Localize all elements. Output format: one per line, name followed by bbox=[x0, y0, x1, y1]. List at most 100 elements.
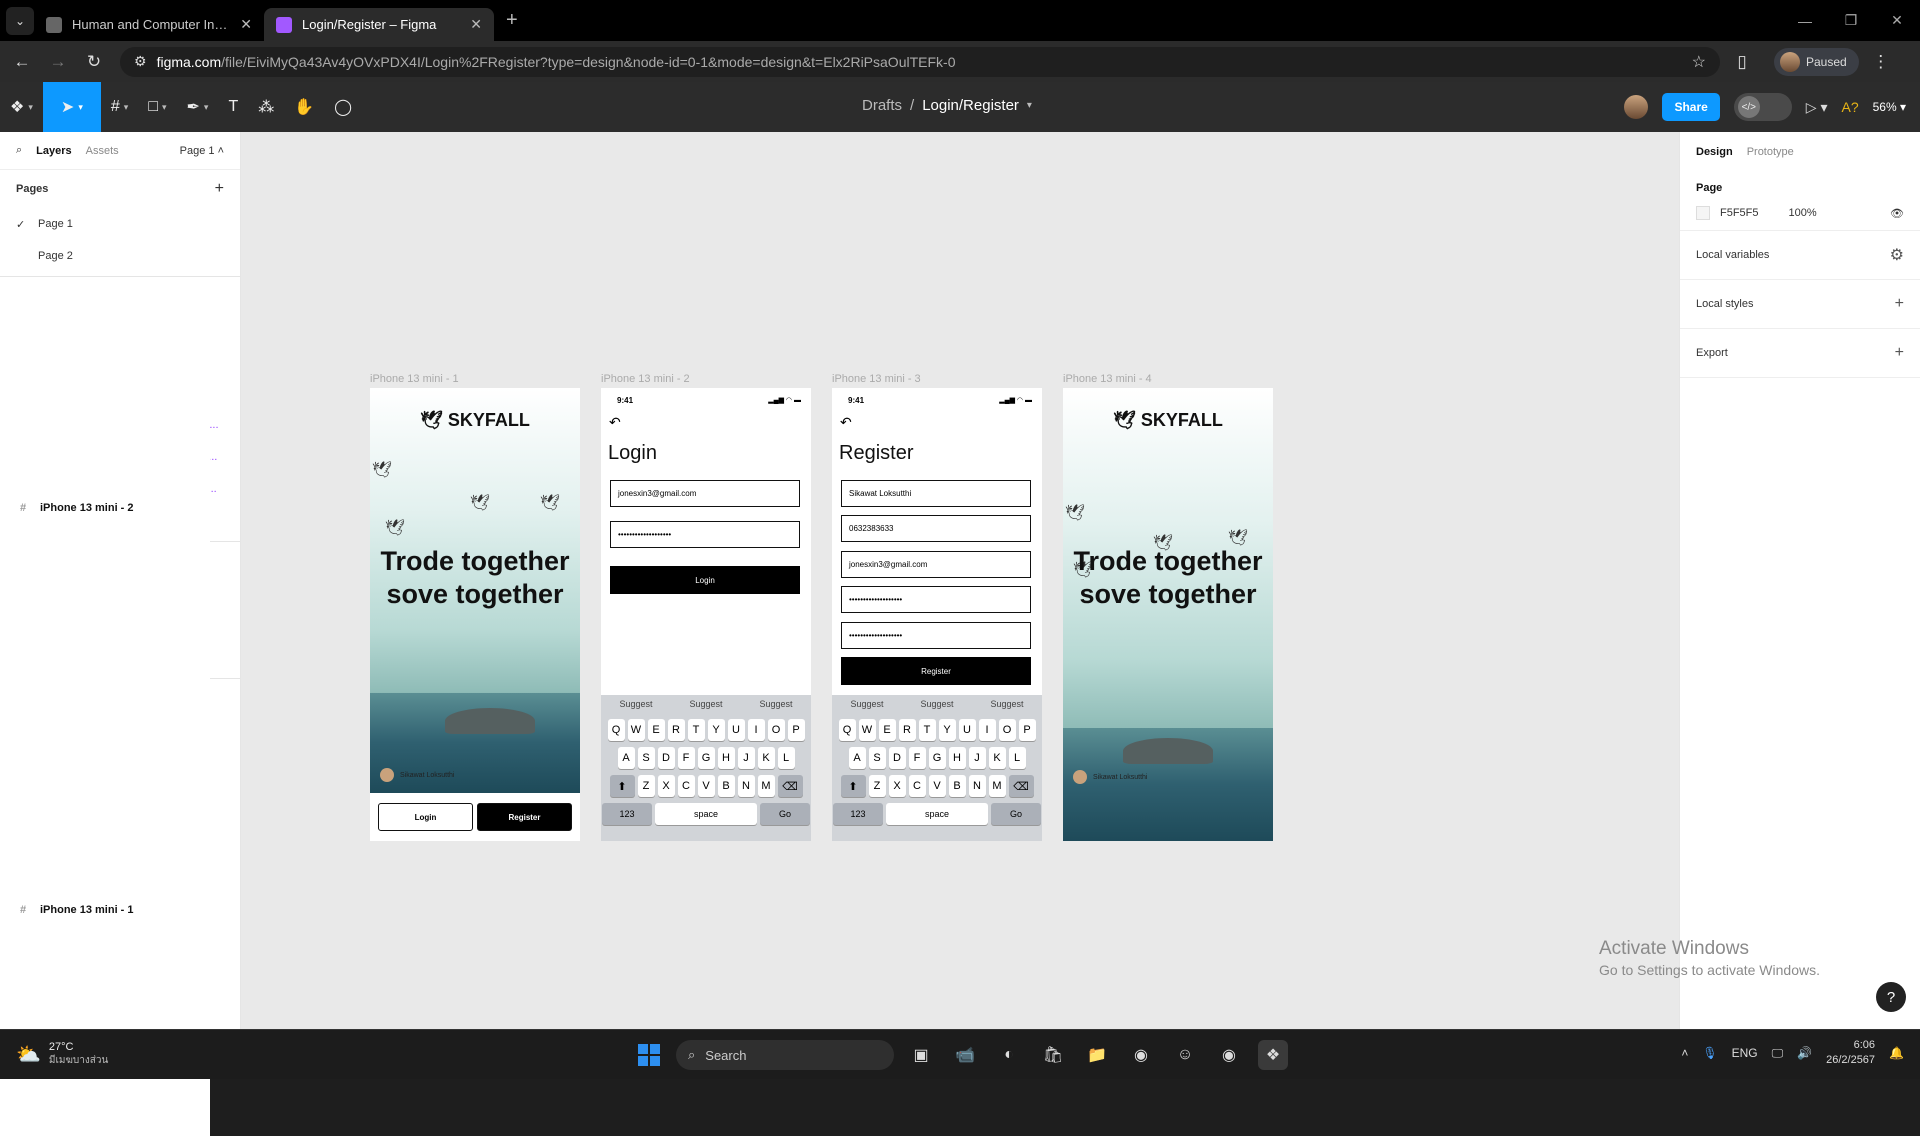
keyboard-key[interactable]: B bbox=[717, 775, 735, 797]
tab-prototype[interactable]: Prototype bbox=[1747, 146, 1794, 158]
close-tab-icon[interactable]: ✕ bbox=[470, 16, 482, 33]
profile-button[interactable]: Paused bbox=[1774, 47, 1859, 76]
share-button[interactable]: Share bbox=[1662, 93, 1720, 121]
page-color-value[interactable]: F5F5F5 bbox=[1720, 207, 1759, 219]
keyboard-key[interactable]: T bbox=[687, 719, 705, 741]
keyboard-key[interactable]: P bbox=[787, 719, 805, 741]
space-key[interactable]: space bbox=[655, 803, 757, 825]
add-page-button[interactable]: + bbox=[215, 180, 224, 198]
menu-dots-icon[interactable]: ⋮ bbox=[1867, 52, 1895, 72]
tab-layers[interactable]: Layers bbox=[36, 145, 71, 157]
back-icon[interactable]: ← bbox=[8, 52, 36, 72]
chrome-profile-icon[interactable]: ◉ bbox=[1214, 1040, 1244, 1070]
login-submit-button[interactable]: Login bbox=[610, 566, 800, 594]
notifications-icon[interactable]: 🔔 bbox=[1889, 1046, 1904, 1060]
keyboard-key[interactable]: F bbox=[677, 747, 695, 769]
frame-tool-button[interactable]: # ▾ bbox=[101, 82, 138, 132]
shift-key-icon[interactable]: ⬆ bbox=[609, 775, 635, 797]
keyboard-key[interactable]: Z bbox=[637, 775, 655, 797]
keyboard-key[interactable]: M bbox=[757, 775, 775, 797]
go-key[interactable]: Go bbox=[991, 803, 1041, 825]
password-field[interactable]: ••••••••••••••••••• bbox=[841, 586, 1031, 613]
hand-tool-button[interactable]: ✋ bbox=[284, 82, 324, 132]
sidepanel-icon[interactable]: ▯ bbox=[1728, 52, 1756, 72]
page-color-row[interactable]: F5F5F5 100% 👁 bbox=[1696, 206, 1904, 220]
url-field[interactable]: ⚙ figma.com/file/EiviMyQa43Av4yOVxPDX4I/… bbox=[120, 46, 1720, 77]
restore-icon[interactable]: ❐ bbox=[1828, 0, 1874, 41]
design-canvas[interactable]: iPhone 13 mini - 1 🕊 SKYFALL 🕊 🕊 🕊 🕊 Tro… bbox=[241, 132, 1679, 1029]
shift-key-icon[interactable]: ⬆ bbox=[840, 775, 866, 797]
page-opacity-value[interactable]: 100% bbox=[1789, 207, 1817, 219]
back-arrow-icon[interactable]: ↶ bbox=[609, 414, 621, 431]
dev-mode-toggle[interactable]: </> bbox=[1733, 93, 1792, 121]
keyboard-key[interactable]: I bbox=[978, 719, 996, 741]
keyboard-key[interactable]: R bbox=[667, 719, 685, 741]
sliders-icon[interactable]: ⚙ bbox=[1890, 245, 1904, 265]
page-selector[interactable]: Page 1 ˄ bbox=[180, 145, 224, 157]
bookmark-star-icon[interactable]: ☆ bbox=[1692, 52, 1706, 72]
shape-tool-button[interactable]: □ ▾ bbox=[138, 82, 176, 132]
add-icon[interactable]: + bbox=[1895, 295, 1904, 313]
keyboard-key[interactable]: V bbox=[928, 775, 946, 797]
keyboard-key[interactable]: I bbox=[747, 719, 765, 741]
keyboard-key[interactable]: S bbox=[868, 747, 886, 769]
frame-label[interactable]: iPhone 13 mini - 4 bbox=[1063, 373, 1152, 385]
login-button[interactable]: Login bbox=[378, 803, 473, 831]
keyboard-key[interactable]: Z bbox=[868, 775, 886, 797]
keyboard-key[interactable]: M bbox=[988, 775, 1006, 797]
keyboard-key[interactable]: C bbox=[908, 775, 926, 797]
taskbar-search[interactable]: ⌕ Search bbox=[676, 1040, 894, 1070]
suggestion-item[interactable]: Suggest bbox=[902, 695, 972, 713]
email-field[interactable]: jonesxin3@gmail.com bbox=[610, 480, 800, 507]
back-arrow-icon[interactable]: ↶ bbox=[840, 414, 852, 431]
keyboard-key[interactable]: G bbox=[697, 747, 715, 769]
figma-app-icon[interactable]: ❖ bbox=[1258, 1040, 1288, 1070]
keyboard-key[interactable]: H bbox=[717, 747, 735, 769]
frame-iphone-3[interactable]: 9:41 ▂▄▆ ◠ ▬ ↶ Register Sikawat Loksutth… bbox=[832, 388, 1042, 841]
forward-icon[interactable]: → bbox=[44, 52, 72, 72]
color-swatch[interactable] bbox=[1696, 206, 1710, 220]
name-field[interactable]: Sikawat Loksutthi bbox=[841, 480, 1031, 507]
local-variables-row[interactable]: Local variables ⚙ bbox=[1680, 231, 1920, 280]
reload-icon[interactable]: ↻ bbox=[80, 52, 108, 72]
meet-icon[interactable]: 📹 bbox=[950, 1040, 980, 1070]
numbers-key[interactable]: 123 bbox=[602, 803, 652, 825]
page-item[interactable]: ✓ Page 1 bbox=[0, 208, 240, 240]
keyboard-key[interactable]: D bbox=[657, 747, 675, 769]
suggestion-item[interactable]: Suggest bbox=[832, 695, 902, 713]
backspace-key-icon[interactable]: ⌫ bbox=[777, 775, 803, 797]
keyboard-key[interactable]: N bbox=[968, 775, 986, 797]
keyboard-key[interactable]: U bbox=[727, 719, 745, 741]
keyboard-key[interactable]: C bbox=[677, 775, 695, 797]
password-field[interactable]: ••••••••••••••••••• bbox=[610, 521, 800, 548]
keyboard-key[interactable]: P bbox=[1018, 719, 1036, 741]
language-indicator[interactable]: ENG bbox=[1732, 1046, 1758, 1060]
keyboard-key[interactable]: X bbox=[888, 775, 906, 797]
resources-button[interactable]: ⁂ bbox=[248, 82, 284, 132]
pen-tool-button[interactable]: ✒ ▾ bbox=[177, 82, 219, 132]
comment-tool-button[interactable]: ◯ bbox=[324, 82, 362, 132]
backspace-key-icon[interactable]: ⌫ bbox=[1008, 775, 1034, 797]
space-key[interactable]: space bbox=[886, 803, 988, 825]
email-field[interactable]: jonesxin3@gmail.com bbox=[841, 551, 1031, 578]
frame-iphone-2[interactable]: 9:41 ▂▄▆ ◠ ▬ ↶ Login jonesxin3@gmail.com… bbox=[601, 388, 811, 841]
keyboard-key[interactable]: Q bbox=[838, 719, 856, 741]
search-icon[interactable]: ⌕ bbox=[16, 144, 22, 157]
suggestion-item[interactable]: Suggest bbox=[741, 695, 811, 713]
windows-start-icon[interactable] bbox=[638, 1044, 660, 1066]
file-explorer-icon[interactable]: 📁 bbox=[1082, 1040, 1112, 1070]
keyboard-key[interactable]: W bbox=[858, 719, 876, 741]
keyboard-key[interactable]: S bbox=[637, 747, 655, 769]
keyboard-key[interactable]: K bbox=[988, 747, 1006, 769]
frame-label[interactable]: iPhone 13 mini - 1 bbox=[370, 373, 459, 385]
volume-icon[interactable]: 🔊 bbox=[1797, 1046, 1812, 1060]
new-tab-button[interactable]: + bbox=[506, 9, 518, 32]
task-view-icon[interactable]: ▣ bbox=[906, 1040, 936, 1070]
frame-label[interactable]: iPhone 13 mini - 3 bbox=[832, 373, 921, 385]
text-tool-button[interactable]: T bbox=[218, 82, 248, 132]
eye-icon[interactable]: 👁 bbox=[1890, 207, 1904, 220]
numbers-key[interactable]: 123 bbox=[833, 803, 883, 825]
store-icon[interactable]: 🛍 bbox=[1038, 1040, 1068, 1070]
keyboard-key[interactable]: K bbox=[757, 747, 775, 769]
suggestion-item[interactable]: Suggest bbox=[601, 695, 671, 713]
